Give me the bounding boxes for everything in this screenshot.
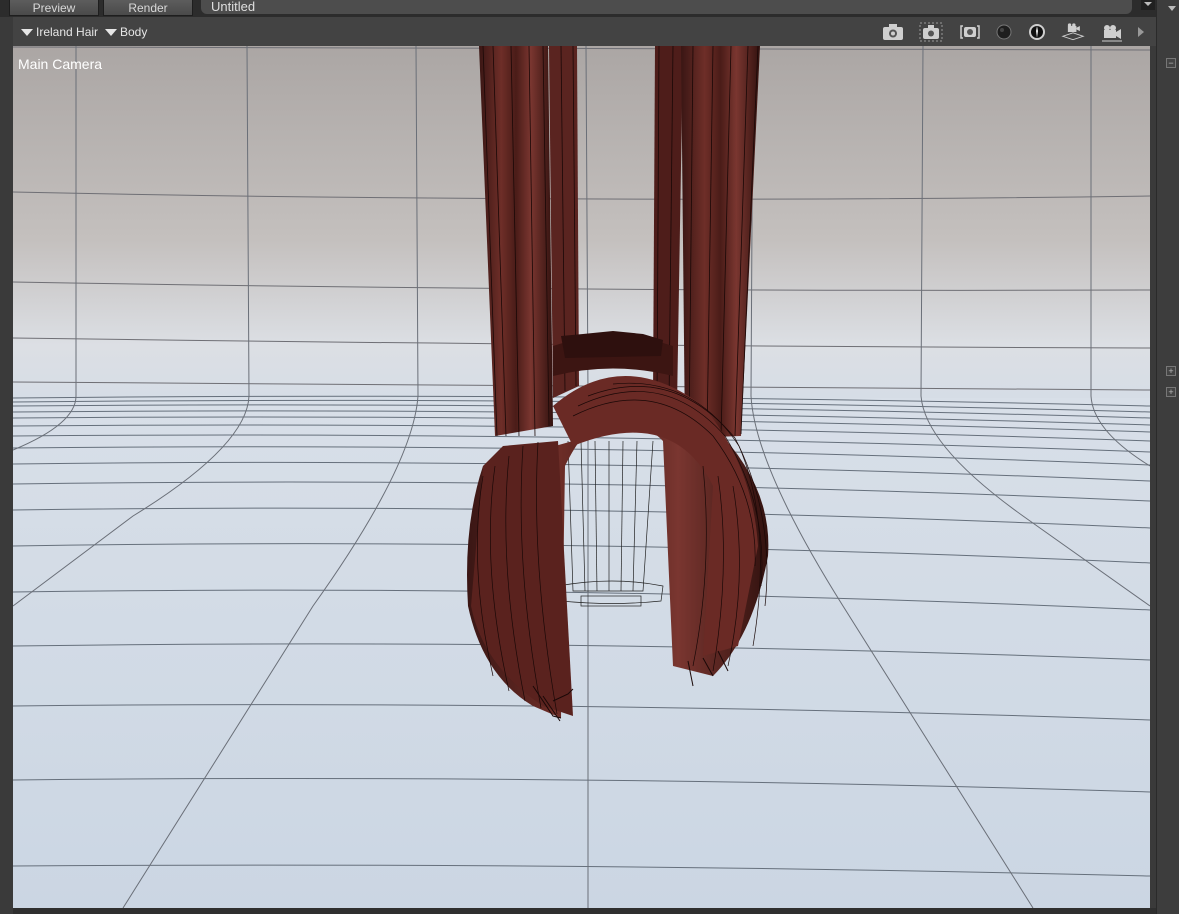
play-arrow-icon[interactable]: [1134, 22, 1148, 42]
status-bar: [13, 908, 1156, 914]
node-selector-label: Ireland Hair: [36, 25, 99, 39]
camera-icon[interactable]: [881, 22, 905, 42]
3d-viewport[interactable]: [13, 46, 1150, 908]
viewport-toolbar: [13, 17, 1156, 46]
camera-platform-icon[interactable]: [1061, 22, 1085, 42]
triangle-down-icon: [21, 28, 33, 36]
camera-label: Main Camera: [18, 56, 103, 72]
tab-preview[interactable]: Preview: [9, 0, 99, 16]
chevron-down-icon[interactable]: [1168, 6, 1176, 11]
left-pane-edge: [0, 17, 13, 914]
viewport-scene: [13, 46, 1150, 908]
collapse-button[interactable]: −: [1166, 58, 1176, 68]
right-pane-edge: [1156, 0, 1179, 914]
body-selector-dropdown[interactable]: Body: [105, 24, 147, 40]
tab-render[interactable]: Render: [103, 0, 193, 16]
node-selector-dropdown[interactable]: Ireland Hair: [21, 24, 98, 40]
expand-button[interactable]: +: [1166, 387, 1176, 397]
triangle-down-icon: [105, 28, 117, 36]
video-camera-icon[interactable]: [1100, 22, 1124, 42]
sphere-icon[interactable]: [992, 22, 1016, 42]
lighting-sphere-icon[interactable]: [1025, 22, 1049, 42]
body-selector-label: Body: [120, 25, 148, 39]
camera-lens-icon[interactable]: [958, 22, 982, 42]
panel-menu-dropdown[interactable]: [1141, 0, 1155, 10]
expand-button[interactable]: +: [1166, 366, 1176, 376]
scene-title: Untitled: [201, 0, 1132, 14]
camera-frame-icon[interactable]: [919, 22, 943, 42]
